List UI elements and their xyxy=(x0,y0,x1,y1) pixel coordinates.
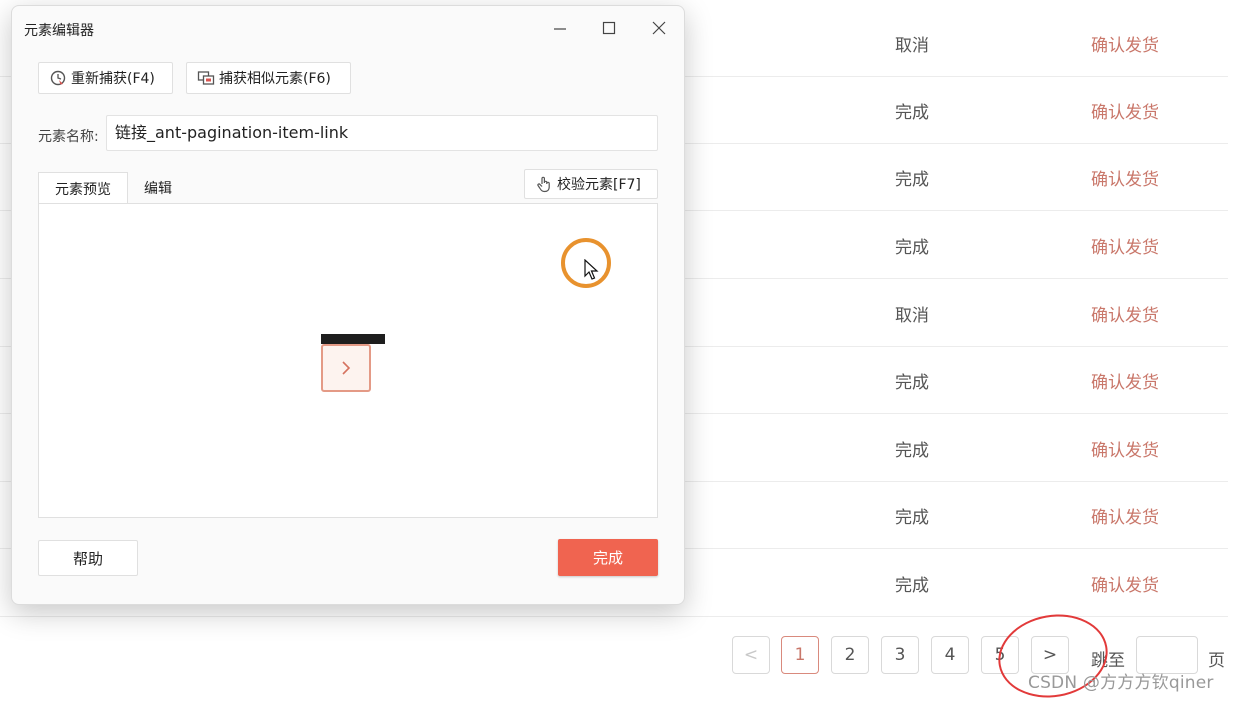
watermark: CSDN @方方方钦qiner xyxy=(1028,673,1214,693)
minimize-button[interactable] xyxy=(546,16,574,40)
confirm-ship-link[interactable]: 确认发货 xyxy=(1080,301,1170,326)
confirm-ship-link[interactable]: 确认发货 xyxy=(1080,165,1170,190)
page-button-3[interactable]: 3 xyxy=(881,636,919,674)
recapture-button[interactable]: 重新捕获(F4) xyxy=(38,62,173,94)
element-name-label: 元素名称: xyxy=(38,129,99,145)
status-cell: 取消 xyxy=(895,306,929,326)
confirm-ship-link[interactable]: 确认发货 xyxy=(1080,571,1170,596)
status-cell: 完成 xyxy=(895,441,929,461)
recapture-icon xyxy=(49,69,67,87)
tab-element-preview[interactable]: 元素预览 xyxy=(38,172,128,204)
chevron-right-icon xyxy=(342,361,351,375)
snapshot-next-button xyxy=(321,344,371,392)
confirm-ship-link[interactable]: 确认发货 xyxy=(1080,436,1170,461)
close-button[interactable] xyxy=(645,16,673,40)
status-cell: 完成 xyxy=(895,170,929,190)
snapshot-header xyxy=(321,334,385,344)
close-icon xyxy=(652,21,666,35)
capture-similar-label: 捕获相似元素(F6) xyxy=(219,71,331,87)
status-cell: 完成 xyxy=(895,508,929,528)
recapture-label: 重新捕获(F4) xyxy=(71,71,155,87)
mouse-cursor-icon xyxy=(584,259,599,280)
status-cell: 完成 xyxy=(895,238,929,258)
status-cell: 取消 xyxy=(895,36,929,56)
element-preview-pane xyxy=(38,203,658,518)
maximize-icon xyxy=(602,21,616,35)
page-button-4[interactable]: 4 xyxy=(931,636,969,674)
tab-edit[interactable]: 编辑 xyxy=(130,172,186,204)
page-button-1[interactable]: 1 xyxy=(781,636,819,674)
prev-page-button[interactable]: < xyxy=(732,636,770,674)
confirm-ship-link[interactable]: 确认发货 xyxy=(1080,368,1170,393)
element-name-input[interactable]: 链接_ant-pagination-item-link xyxy=(106,115,658,151)
confirm-ship-link[interactable]: 确认发货 xyxy=(1080,503,1170,528)
element-editor-dialog: 元素编辑器 重新捕获(F4) 捕获相似元素(F6) 元素名称: 链接_ant-p… xyxy=(11,5,685,605)
verify-element-button[interactable]: 校验元素[F7] xyxy=(524,169,658,199)
capture-similar-icon xyxy=(197,69,215,87)
maximize-button[interactable] xyxy=(595,16,623,40)
minimize-icon xyxy=(554,28,566,30)
chevron-right-icon: > xyxy=(1042,645,1058,665)
done-button[interactable]: 完成 xyxy=(558,539,658,576)
capture-similar-button[interactable]: 捕获相似元素(F6) xyxy=(186,62,351,94)
status-cell: 完成 xyxy=(895,576,929,596)
status-cell: 完成 xyxy=(895,103,929,123)
chevron-left-icon: < xyxy=(743,645,759,665)
page-button-5[interactable]: 5 xyxy=(981,636,1019,674)
help-button[interactable]: 帮助 xyxy=(38,540,138,576)
confirm-ship-link[interactable]: 确认发货 xyxy=(1080,31,1170,56)
page-button-2[interactable]: 2 xyxy=(831,636,869,674)
status-cell: 完成 xyxy=(895,373,929,393)
verify-element-label: 校验元素[F7] xyxy=(557,177,641,193)
confirm-ship-link[interactable]: 确认发货 xyxy=(1080,233,1170,258)
confirm-ship-link[interactable]: 确认发货 xyxy=(1080,98,1170,123)
hand-pointer-icon xyxy=(535,175,553,193)
dialog-title: 元素编辑器 xyxy=(24,23,94,39)
